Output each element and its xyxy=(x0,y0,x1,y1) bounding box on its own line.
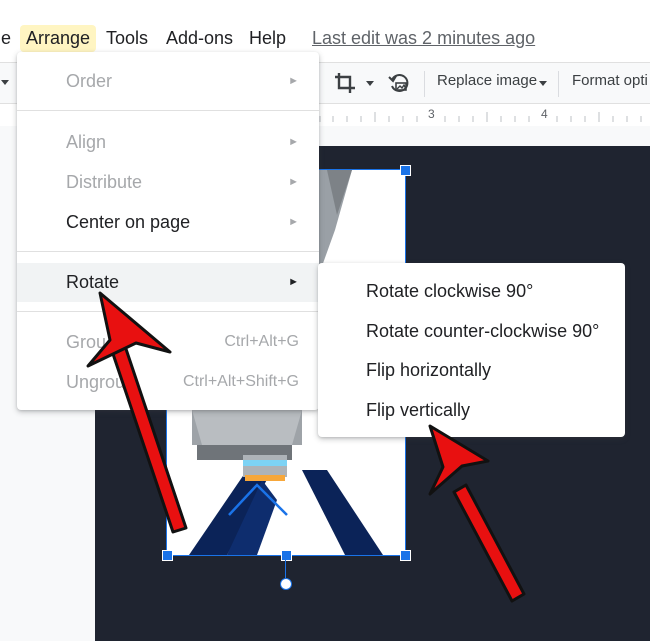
menu-item-label: Grou xyxy=(66,332,107,352)
menu-item-distribute[interactable]: Distribute ► xyxy=(17,163,319,201)
menu-separator xyxy=(17,110,319,111)
replace-image-button[interactable]: Replace image xyxy=(437,72,537,89)
arrange-menu: Order ► Align ► Distribute ► Center on p… xyxy=(17,52,319,410)
menu-item-group[interactable]: Grou Ctrl+Alt+G xyxy=(17,323,319,361)
toolbar-divider xyxy=(558,71,559,97)
resize-handle[interactable] xyxy=(400,550,411,561)
toolbar-divider xyxy=(424,71,425,97)
menu-tools[interactable]: Tools xyxy=(100,25,154,52)
ruler-mark-4: 4 xyxy=(541,107,548,121)
menu-item-label: Distribute xyxy=(66,172,143,192)
submenu-arrow-icon: ► xyxy=(288,75,299,87)
menu-help[interactable]: Help xyxy=(243,25,292,52)
replace-image-dropdown-icon[interactable] xyxy=(538,80,548,88)
format-options-button[interactable]: Format opti xyxy=(572,72,648,89)
rotate-submenu: Rotate clockwise 90° Rotate counter-cloc… xyxy=(318,263,625,437)
menu-edit-partial[interactable]: e xyxy=(0,25,17,52)
resize-handle[interactable] xyxy=(400,165,411,176)
menu-item-order[interactable]: Order ► xyxy=(17,62,319,100)
shortcut-text: Ctrl+Alt+Shift+G xyxy=(182,373,299,390)
resize-handle[interactable] xyxy=(281,550,292,561)
menu-item-label: Ungrou xyxy=(66,372,126,392)
menu-item-align[interactable]: Align ► xyxy=(17,123,319,161)
menu-addons[interactable]: Add-ons xyxy=(160,25,239,52)
submenu-arrow-icon: ► xyxy=(288,176,299,188)
submenu-arrow-icon: ► xyxy=(288,216,299,228)
menu-arrange[interactable]: Arrange xyxy=(20,25,97,52)
menu-item-label: Order xyxy=(66,71,113,91)
dropdown-caret-icon[interactable] xyxy=(0,79,10,87)
menu-item-label: Rotate xyxy=(66,272,120,292)
ruler-mark-3: 3 xyxy=(428,107,435,121)
shortcut-text: Ctrl+Alt+G xyxy=(224,333,299,350)
flip-vertically-item[interactable]: Flip vertically xyxy=(318,390,625,430)
rotate-counter-clockwise-item[interactable]: Rotate counter-clockwise 90° xyxy=(318,311,625,351)
menu-item-label: Center on page xyxy=(66,212,191,232)
rotate-handle[interactable] xyxy=(280,578,292,590)
crop-icon[interactable] xyxy=(334,72,356,94)
rotate-clockwise-item[interactable]: Rotate clockwise 90° xyxy=(318,271,625,311)
crop-dropdown-icon[interactable] xyxy=(365,80,375,88)
menu-item-center-on-page[interactable]: Center on page ► xyxy=(17,203,319,241)
submenu-arrow-icon: ► xyxy=(288,136,299,148)
resize-handle[interactable] xyxy=(162,550,173,561)
reset-image-icon[interactable] xyxy=(388,71,412,95)
last-edit-link[interactable]: Last edit was 2 minutes ago xyxy=(312,25,535,52)
submenu-arrow-icon: ► xyxy=(288,276,299,288)
menu-item-rotate[interactable]: Rotate ► xyxy=(17,263,319,302)
menu-item-label: Align xyxy=(66,132,107,152)
menu-item-ungroup[interactable]: Ungrou Ctrl+Alt+Shift+G xyxy=(17,363,319,401)
rotate-handle-stem xyxy=(285,560,286,578)
menu-separator xyxy=(17,251,319,252)
flip-horizontally-item[interactable]: Flip horizontally xyxy=(318,350,625,390)
menu-separator xyxy=(17,311,319,312)
